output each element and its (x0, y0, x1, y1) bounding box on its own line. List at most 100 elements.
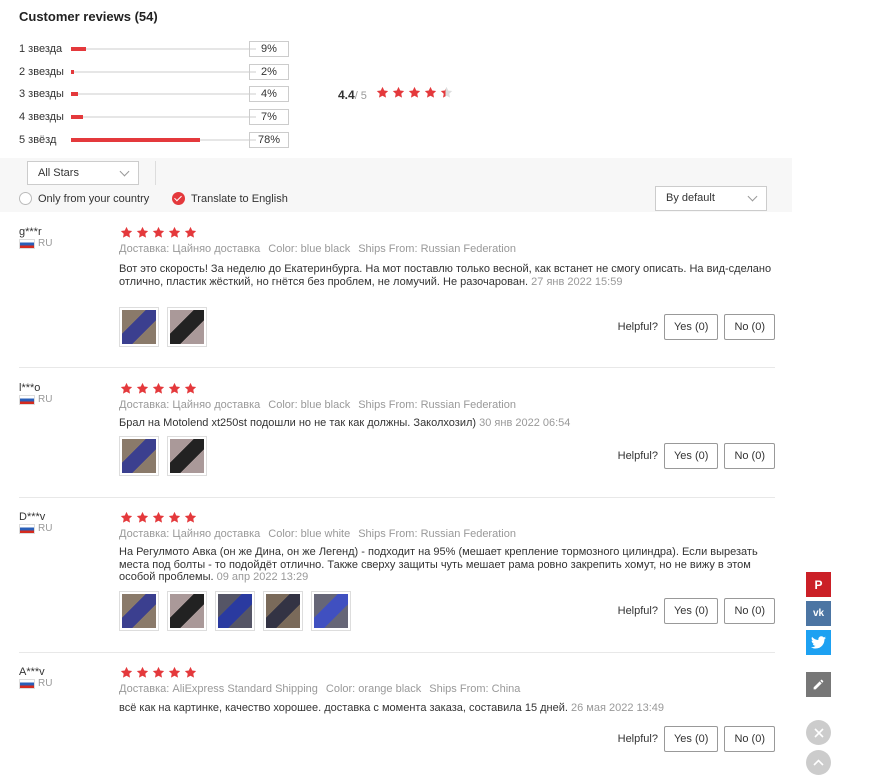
reviewer-country: RU (19, 678, 52, 689)
review-photo-thumbnail[interactable] (119, 307, 159, 347)
close-button[interactable] (806, 720, 831, 745)
star-icon (136, 511, 149, 527)
dist-row-1[interactable]: 1 звезда 9% (19, 41, 299, 57)
dist-fill (71, 70, 75, 74)
helpful-no-button[interactable]: No (0) (724, 314, 775, 340)
review-text: Вот это скорость! За неделю до Екатеринб… (119, 263, 774, 288)
divider (155, 161, 156, 185)
reviewer-name: l***o (19, 382, 41, 394)
helpful-label: Helpful? (617, 321, 658, 333)
pinterest-icon: P (814, 577, 823, 592)
delivery-info: Доставка: Цайняо доставка (119, 528, 261, 540)
dist-label: 4 звезды (19, 111, 64, 123)
edit-button[interactable] (806, 672, 831, 697)
star-icon (376, 86, 389, 102)
dist-percent: 7% (249, 109, 289, 125)
review-date: 09 апр 2022 13:29 (216, 571, 309, 583)
star-icon (152, 666, 165, 682)
dist-row-5[interactable]: 5 звёзд 78% (19, 132, 299, 148)
review-date: 30 янв 2022 06:54 (479, 417, 571, 429)
average-stars (376, 86, 453, 102)
star-icon (168, 666, 181, 682)
photo-image (218, 594, 252, 628)
review-stars (120, 511, 197, 527)
review-photo-thumbnail[interactable] (119, 436, 159, 476)
divider (19, 367, 775, 368)
star-icon (408, 86, 421, 102)
review-body: На Регулмото Авка (он же Дина, он же Лег… (119, 546, 758, 583)
only-country-checkbox[interactable]: Only from your country (19, 192, 149, 205)
review-photo-thumbnail[interactable] (215, 591, 255, 631)
ships-info: Ships From: Russian Federation (358, 528, 516, 540)
helpful-no-button[interactable]: No (0) (724, 598, 775, 624)
photo-image (170, 310, 204, 344)
dist-label: 2 звезды (19, 66, 64, 78)
radio-icon (19, 192, 32, 205)
review-text: На Регулмото Авка (он же Дина, он же Лег… (119, 546, 774, 584)
review-photo-thumbnail[interactable] (167, 436, 207, 476)
delivery-info: Доставка: Цайняо доставка (119, 243, 261, 255)
dist-row-2[interactable]: 2 звезды 2% (19, 64, 299, 80)
helpful-group: Helpful? Yes (0) No (0) (618, 443, 775, 469)
dist-label: 5 звёзд (19, 134, 57, 146)
star-icon (120, 666, 133, 682)
review-meta: Доставка: Цайняо доставка Color: blue bla… (119, 243, 524, 255)
delivery-info: Доставка: Цайняо доставка (119, 399, 261, 411)
star-icon (392, 86, 405, 102)
dist-row-3[interactable]: 3 звезды 4% (19, 86, 299, 102)
delivery-info: Доставка: AliExpress Standard Shipping (119, 683, 318, 695)
translate-label: Translate to English (191, 192, 288, 205)
star-icon (424, 86, 437, 102)
helpful-yes-button[interactable]: Yes (0) (663, 443, 719, 469)
chevron-down-icon (119, 166, 130, 177)
review-item: A***v RU Доставка: AliExpress Standard S… (19, 666, 775, 766)
sort-value: By default (666, 192, 715, 204)
dist-track (71, 70, 256, 74)
review-photos (119, 307, 207, 347)
review-photo-thumbnail[interactable] (119, 591, 159, 631)
review-text: всё как на картинке, качество хорошее. д… (119, 702, 774, 715)
helpful-no-button[interactable]: No (0) (724, 726, 775, 752)
helpful-yes-button[interactable]: Yes (0) (663, 314, 719, 340)
star-icon (184, 382, 197, 398)
vk-share-button[interactable]: vk (806, 601, 831, 626)
review-photo-thumbnail[interactable] (311, 591, 351, 631)
average-score: 4.4 (338, 88, 355, 102)
review-stars (120, 382, 197, 398)
star-icon (184, 666, 197, 682)
stars-filter-select[interactable]: All Stars (27, 161, 139, 185)
sort-select[interactable]: By default (655, 186, 767, 211)
scroll-top-button[interactable] (806, 750, 831, 775)
star-icon (136, 382, 149, 398)
review-photo-thumbnail[interactable] (263, 591, 303, 631)
star-icon (120, 382, 133, 398)
helpful-yes-button[interactable]: Yes (0) (663, 726, 719, 752)
review-photo-thumbnail[interactable] (167, 591, 207, 631)
star-icon (152, 511, 165, 527)
divider (19, 652, 775, 653)
dist-row-4[interactable]: 4 звезды 7% (19, 109, 299, 125)
star-icon (152, 226, 165, 242)
reviewer-country: RU (19, 523, 52, 534)
ships-info: Ships From: Russian Federation (358, 399, 516, 411)
review-date: 27 янв 2022 15:59 (531, 275, 623, 288)
helpful-yes-button[interactable]: Yes (0) (663, 598, 719, 624)
review-date: 26 мая 2022 13:49 (571, 702, 665, 714)
photo-image (122, 439, 156, 473)
review-meta: Доставка: AliExpress Standard Shipping Co… (119, 683, 528, 695)
helpful-label: Helpful? (617, 450, 658, 462)
helpful-no-button[interactable]: No (0) (724, 443, 775, 469)
pencil-icon (813, 679, 824, 690)
review-meta: Доставка: Цайняо доставка Color: blue whi… (119, 528, 524, 540)
pinterest-share-button[interactable]: P (806, 572, 831, 597)
ships-info: Ships From: China (429, 683, 521, 695)
translate-checkbox[interactable]: Translate to English (172, 192, 288, 205)
country-code: RU (38, 394, 53, 405)
review-body: Вот это скорость! За неделю до Екатеринб… (119, 263, 772, 288)
twitter-share-button[interactable] (806, 630, 831, 655)
average-out-of: / 5 (354, 90, 367, 102)
country-code: RU (38, 238, 53, 249)
flag-ru-icon (19, 238, 35, 249)
review-photo-thumbnail[interactable] (167, 307, 207, 347)
color-info: Color: orange black (325, 683, 422, 695)
